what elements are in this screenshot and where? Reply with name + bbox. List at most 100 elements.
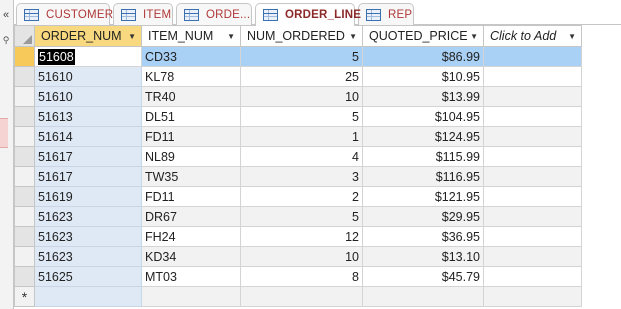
column-header-item-num[interactable]: ITEM_NUM ▼: [141, 25, 241, 47]
click-to-add-cell[interactable]: [483, 126, 582, 147]
dropdown-arrow-icon[interactable]: ▼: [128, 32, 136, 41]
table-row[interactable]: 51625 MT03 8 $45.79: [14, 266, 582, 287]
table-row[interactable]: 51623 KD34 10 $13.10: [14, 246, 582, 267]
click-to-add-cell[interactable]: [483, 106, 582, 127]
num-ordered-cell[interactable]: 10: [240, 246, 363, 267]
row-selector[interactable]: [14, 266, 35, 287]
item-num-cell[interactable]: TW35: [141, 166, 241, 187]
quoted-price-cell[interactable]: $121.95: [362, 186, 484, 207]
table-row[interactable]: 51614 FD11 1 $124.95: [14, 126, 582, 147]
column-header-quoted-price[interactable]: QUOTED_PRICE ▼: [362, 25, 484, 47]
click-to-add-cell[interactable]: [483, 266, 582, 287]
click-to-add-cell[interactable]: [483, 286, 582, 307]
num-ordered-cell[interactable]: 2: [240, 186, 363, 207]
order-num-cell[interactable]: 51613: [34, 106, 142, 127]
table-row[interactable]: 51617 TW35 3 $116.95: [14, 166, 582, 187]
tab-rep[interactable]: REP: [358, 3, 414, 25]
quoted-price-cell[interactable]: $36.95: [362, 226, 484, 247]
column-header-click-to-add[interactable]: Click to Add ▼: [483, 25, 582, 47]
quoted-price-cell[interactable]: $115.99: [362, 146, 484, 167]
row-selector[interactable]: [14, 66, 35, 87]
quoted-price-cell[interactable]: $124.95: [362, 126, 484, 147]
num-ordered-cell[interactable]: 5: [240, 106, 363, 127]
order-num-cell[interactable]: 51617: [34, 166, 142, 187]
table-row[interactable]: 51610 KL78 25 $10.95: [14, 66, 582, 87]
tab-orders[interactable]: ORDE...: [176, 3, 252, 25]
navigation-pane[interactable]: « ⚲: [0, 0, 14, 309]
item-num-cell[interactable]: NL89: [141, 146, 241, 167]
quoted-price-cell[interactable]: $45.79: [362, 266, 484, 287]
row-selector[interactable]: [14, 126, 35, 147]
click-to-add-cell[interactable]: [483, 46, 582, 67]
table-row[interactable]: 51623 DR67 5 $29.95: [14, 206, 582, 227]
quoted-price-cell[interactable]: $116.95: [362, 166, 484, 187]
num-ordered-cell[interactable]: [240, 286, 363, 307]
click-to-add-cell[interactable]: [483, 246, 582, 267]
table-row[interactable]: 51613 DL51 5 $104.95: [14, 106, 582, 127]
row-selector[interactable]: [14, 106, 35, 127]
order-num-cell[interactable]: 51610: [34, 86, 142, 107]
table-row[interactable]: 51608 CD33 5 $86.99: [14, 46, 582, 67]
row-selector[interactable]: [14, 206, 35, 227]
order-num-cell[interactable]: 51608: [34, 46, 142, 67]
order-num-cell[interactable]: 51625: [34, 266, 142, 287]
quoted-price-cell[interactable]: $10.95: [362, 66, 484, 87]
click-to-add-cell[interactable]: [483, 206, 582, 227]
item-num-cell[interactable]: MT03: [141, 266, 241, 287]
quoted-price-cell[interactable]: $104.95: [362, 106, 484, 127]
order-num-cell[interactable]: 51623: [34, 206, 142, 227]
order-num-cell[interactable]: 51614: [34, 126, 142, 147]
item-num-cell[interactable]: TR40: [141, 86, 241, 107]
num-ordered-cell[interactable]: 12: [240, 226, 363, 247]
row-selector[interactable]: [14, 226, 35, 247]
item-num-cell[interactable]: KD34: [141, 246, 241, 267]
item-num-cell[interactable]: KL78: [141, 66, 241, 87]
order-num-cell[interactable]: 51623: [34, 246, 142, 267]
table-row[interactable]: 51610 TR40 10 $13.99: [14, 86, 582, 107]
row-selector[interactable]: [14, 186, 35, 207]
item-num-cell[interactable]: DL51: [141, 106, 241, 127]
order-num-cell[interactable]: [34, 286, 142, 307]
row-selector[interactable]: [14, 86, 35, 107]
click-to-add-cell[interactable]: [483, 66, 582, 87]
column-header-num-ordered[interactable]: NUM_ORDERED ▼: [240, 25, 363, 47]
num-ordered-cell[interactable]: 5: [240, 46, 363, 67]
table-row[interactable]: 51623 FH24 12 $36.95: [14, 226, 582, 247]
new-record-row[interactable]: *: [14, 286, 582, 307]
tab-customer[interactable]: CUSTOMER: [16, 3, 113, 25]
order-num-cell[interactable]: 51617: [34, 146, 142, 167]
order-num-cell[interactable]: 51623: [34, 226, 142, 247]
num-ordered-cell[interactable]: 4: [240, 146, 363, 167]
row-selector[interactable]: [14, 46, 35, 67]
quoted-price-cell[interactable]: $86.99: [362, 46, 484, 67]
num-ordered-cell[interactable]: 1: [240, 126, 363, 147]
num-ordered-cell[interactable]: 5: [240, 206, 363, 227]
row-selector[interactable]: [14, 246, 35, 267]
quoted-price-cell[interactable]: $29.95: [362, 206, 484, 227]
click-to-add-cell[interactable]: [483, 166, 582, 187]
item-num-cell[interactable]: FH24: [141, 226, 241, 247]
quoted-price-cell[interactable]: [362, 286, 484, 307]
num-ordered-cell[interactable]: 25: [240, 66, 363, 87]
column-header-order-num[interactable]: ORDER_NUM ▼: [34, 25, 142, 47]
click-to-add-cell[interactable]: [483, 186, 582, 207]
new-record-selector[interactable]: *: [14, 286, 35, 307]
num-ordered-cell[interactable]: 10: [240, 86, 363, 107]
click-to-add-cell[interactable]: [483, 86, 582, 107]
dropdown-arrow-icon[interactable]: ▼: [470, 32, 478, 41]
table-row[interactable]: 51619 FD11 2 $121.95: [14, 186, 582, 207]
quoted-price-cell[interactable]: $13.99: [362, 86, 484, 107]
item-num-cell[interactable]: FD11: [141, 186, 241, 207]
num-ordered-cell[interactable]: 3: [240, 166, 363, 187]
row-selector[interactable]: [14, 166, 35, 187]
item-num-cell[interactable]: CD33: [141, 46, 241, 67]
order-num-cell[interactable]: 51619: [34, 186, 142, 207]
order-num-cell[interactable]: 51610: [34, 66, 142, 87]
select-all-button[interactable]: [14, 25, 35, 47]
dropdown-arrow-icon[interactable]: ▼: [349, 32, 357, 41]
item-num-cell[interactable]: [141, 286, 241, 307]
collapse-chevron-icon[interactable]: «: [0, 9, 12, 21]
dropdown-arrow-icon[interactable]: ▼: [227, 32, 235, 41]
dropdown-arrow-icon[interactable]: ▼: [568, 32, 576, 41]
click-to-add-cell[interactable]: [483, 146, 582, 167]
